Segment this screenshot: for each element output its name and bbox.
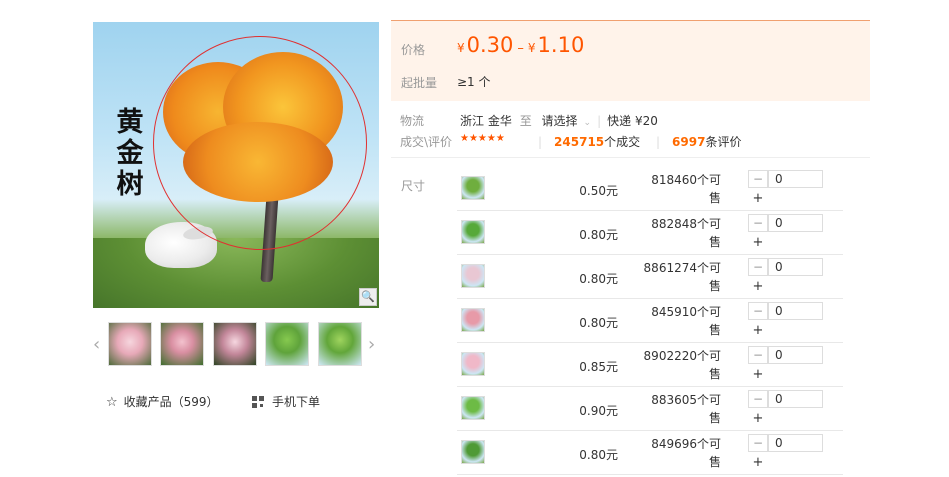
qty-plus-button[interactable]: + — [750, 191, 766, 207]
sku-row: 0.85元 8902220个可售 − 0 + — [457, 343, 843, 387]
transactions-count[interactable]: 245715 — [554, 135, 604, 149]
sku-price: 0.50元 — [579, 184, 618, 198]
deals-label: 成交\评价 — [400, 135, 453, 149]
origin-city: 金华 — [487, 114, 512, 128]
sku-price: 0.80元 — [579, 316, 618, 330]
thumbnail-2[interactable] — [160, 322, 204, 366]
sku-row: 0.90元 883605个可售 − 0 + — [457, 387, 843, 431]
qty-input[interactable]: 0 — [768, 346, 823, 364]
qr-code-icon — [252, 396, 264, 408]
qty-input[interactable]: 0 — [768, 258, 823, 276]
logistics-row: 物流 浙江 金华 至 请选择 ⌄ | 快递 ¥20 — [400, 112, 658, 129]
qty-plus-button[interactable]: + — [750, 279, 766, 295]
thumbnail-4[interactable] — [265, 322, 309, 366]
sku-price: 0.80元 — [579, 228, 618, 242]
mobile-order-button[interactable]: 手机下单 — [252, 393, 320, 410]
sku-thumbnail[interactable] — [461, 352, 485, 376]
highlight-circle — [153, 36, 367, 250]
sku-row: 0.80元 8861274个可售 − 0 + — [457, 255, 843, 299]
moq-value: ≥1 个 — [457, 75, 491, 89]
sku-price: 0.85元 — [579, 360, 618, 374]
moq-label: 起批量 — [401, 76, 438, 90]
rating-stars-icon: ★★★★★ — [460, 133, 505, 144]
transactions-unit: 个成交 — [604, 135, 641, 149]
sku-row: 0.80元 849696个可售 − 0 + — [457, 431, 843, 475]
sku-thumbnail[interactable] — [461, 220, 485, 244]
sku-row: 0.80元 882848个可售 − 0 + — [457, 211, 843, 255]
price-range: ¥0.30– ¥1.10 — [457, 33, 584, 57]
qty-minus-button[interactable]: − — [748, 302, 768, 320]
price-min: 0.30 — [466, 33, 514, 57]
sku-stock: 818460个可售 — [651, 173, 721, 205]
star-outline-icon: ☆ — [106, 395, 118, 410]
divider: | — [538, 135, 543, 149]
currency-symbol: ¥ — [457, 41, 465, 55]
sku-thumbnail[interactable] — [461, 308, 485, 332]
to-label: 至 — [519, 114, 532, 128]
qty-input[interactable]: 0 — [768, 434, 823, 452]
thumbnail-strip: ‹ › — [93, 322, 383, 368]
price-max: 1.10 — [537, 33, 585, 57]
section-divider — [391, 157, 870, 158]
sku-price: 0.90元 — [579, 404, 618, 418]
sku-stock: 8861274个可售 — [643, 261, 721, 293]
grass-ground — [93, 238, 379, 308]
sku-price: 0.80元 — [579, 272, 618, 286]
qty-minus-button[interactable]: − — [748, 390, 768, 408]
origin-province: 浙江 — [460, 114, 485, 128]
sku-stock: 883605个可售 — [651, 393, 721, 425]
zoom-icon[interactable]: 🔍 — [359, 288, 377, 306]
thumbnail-5[interactable] — [318, 322, 362, 366]
price-range-separator: – — [517, 41, 524, 56]
qty-plus-button[interactable]: + — [750, 455, 766, 471]
favorite-button[interactable]: ☆ 收藏产品（599） — [106, 393, 219, 410]
chevron-left-icon[interactable]: ‹ — [93, 334, 100, 355]
sku-stock: 849696个可售 — [651, 437, 721, 469]
shipping-fee: 快递 ¥20 — [607, 114, 658, 128]
thumbnail-3[interactable] — [213, 322, 257, 366]
qty-plus-button[interactable]: + — [750, 235, 766, 251]
divider: | — [597, 114, 602, 128]
qty-minus-button[interactable]: − — [748, 214, 768, 232]
sku-thumbnail[interactable] — [461, 440, 485, 464]
favorite-label: 收藏产品（599） — [123, 395, 219, 409]
thumbnail-1[interactable] — [108, 322, 152, 366]
logistics-label: 物流 — [400, 114, 425, 128]
sku-thumbnail[interactable] — [461, 396, 485, 420]
size-label: 尺寸 — [401, 179, 426, 193]
qty-minus-button[interactable]: − — [748, 434, 768, 452]
sku-stock: 845910个可售 — [651, 305, 721, 337]
qty-input[interactable]: 0 — [768, 302, 823, 320]
qty-minus-button[interactable]: − — [748, 258, 768, 276]
qty-plus-button[interactable]: + — [750, 411, 766, 427]
sku-stock: 8902220个可售 — [643, 349, 721, 381]
deals-row: 成交\评价 ★★★★★ | 245715个成交 | 6997条评价 — [400, 133, 741, 150]
price-label: 价格 — [401, 43, 426, 57]
chevron-right-icon[interactable]: › — [368, 334, 375, 355]
divider: | — [656, 135, 661, 149]
qty-plus-button[interactable]: + — [750, 323, 766, 339]
reviews-count[interactable]: 6997 — [672, 135, 705, 149]
product-image-caption: 黄金树 — [116, 107, 144, 200]
mobile-order-label: 手机下单 — [272, 395, 321, 409]
sku-stock: 882848个可售 — [651, 217, 721, 249]
qty-input[interactable]: 0 — [768, 170, 823, 188]
qty-minus-button[interactable]: − — [748, 170, 768, 188]
sku-price: 0.80元 — [579, 448, 618, 462]
sku-thumbnail[interactable] — [461, 176, 485, 200]
sku-thumbnail[interactable] — [461, 264, 485, 288]
price-panel: 价格 ¥0.30– ¥1.10 起批量 ≥1 个 — [391, 20, 870, 101]
sku-row: 0.80元 845910个可售 − 0 + — [457, 299, 843, 343]
reviews-unit: 条评价 — [705, 135, 742, 149]
qty-minus-button[interactable]: − — [748, 346, 768, 364]
qty-input[interactable]: 0 — [768, 214, 823, 232]
currency-symbol: ¥ — [527, 41, 536, 55]
qty-plus-button[interactable]: + — [750, 367, 766, 383]
sku-row: 0.50元 818460个可售 − 0 + — [457, 167, 843, 211]
destination-select[interactable]: 请选择 — [542, 114, 578, 128]
product-main-image[interactable]: 黄金树 🔍 — [93, 22, 379, 308]
qty-input[interactable]: 0 — [768, 390, 823, 408]
chevron-down-icon[interactable]: ⌄ — [584, 118, 592, 128]
